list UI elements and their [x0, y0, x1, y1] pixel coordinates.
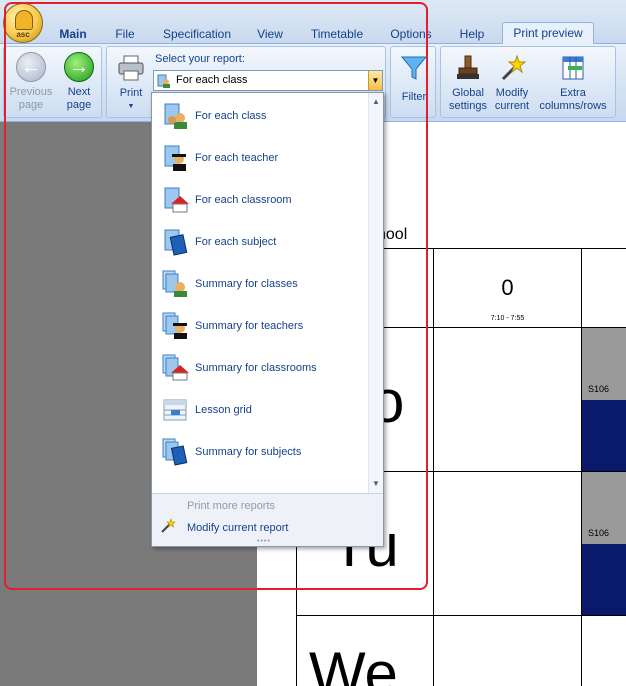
tab-specification[interactable]: Specification	[156, 26, 238, 44]
subject-book-icon	[164, 229, 188, 256]
next-page-label: Next page	[66, 86, 92, 111]
report-option[interactable]: Lesson grid	[152, 389, 369, 431]
lesson-cell-s106: S106	[581, 471, 626, 616]
print-button[interactable]: Print ▼	[113, 53, 149, 113]
report-option[interactable]: Summary for subjects	[152, 431, 369, 473]
modify-current-label: Modify current	[494, 87, 530, 112]
lesson-block	[582, 544, 626, 616]
bell-icon	[15, 10, 33, 30]
report-select[interactable]: For each class ▼	[153, 70, 383, 91]
report-option[interactable]: For each subject	[152, 221, 369, 263]
filter-group: Filter	[390, 46, 436, 118]
selected-report-value: For each class	[176, 74, 248, 86]
report-option[interactable]: Summary for classrooms	[152, 347, 369, 389]
tab-print-preview[interactable]: Print preview	[502, 22, 594, 44]
select-report-label: Select your report:	[155, 53, 245, 65]
magic-wand-icon	[161, 518, 176, 533]
classes-summary-icon	[162, 270, 187, 297]
tab-view[interactable]: View	[248, 26, 292, 44]
magic-wand-icon	[501, 54, 527, 81]
settings-group: Global settings Modify current Extra col…	[440, 46, 616, 118]
stamp-icon	[457, 55, 479, 79]
printer-icon	[118, 55, 144, 81]
report-option-label: Summary for classrooms	[195, 362, 317, 374]
report-option-label: Summary for classes	[195, 278, 298, 290]
global-settings-button[interactable]: Global settings	[445, 53, 491, 113]
report-options-list: For each class For each teacher For each c…	[152, 93, 369, 473]
report-option-label: For each classroom	[195, 194, 292, 206]
next-period-header-cell	[581, 248, 626, 328]
navigation-group: ← Previous page → Next page	[3, 46, 102, 118]
lesson-cell-empty	[433, 615, 582, 686]
lesson-block	[582, 400, 626, 472]
report-option-label: Lesson grid	[195, 404, 252, 416]
day-label-wednesday: We	[309, 640, 398, 686]
report-option[interactable]: For each classroom	[152, 179, 369, 221]
arrow-left-icon: ←	[16, 52, 46, 82]
previous-page-label: Previous page	[9, 86, 53, 111]
subjects-summary-icon	[162, 438, 188, 466]
scroll-down-icon[interactable]: ▼	[369, 477, 383, 491]
tab-options[interactable]: Options	[384, 26, 438, 44]
teachers-summary-icon	[162, 312, 187, 339]
filter-button[interactable]: Filter	[395, 53, 433, 104]
lesson-cell-empty	[433, 471, 582, 616]
tab-timetable[interactable]: Timetable	[304, 26, 370, 44]
report-option-label: For each class	[195, 110, 267, 122]
ribbon-tab-bar: asc Main File Specification View Timetab…	[0, 0, 626, 44]
global-settings-label: Global settings	[449, 87, 487, 112]
modify-current-button[interactable]: Modify current	[491, 53, 533, 113]
chevron-down-icon: ▼	[127, 103, 135, 110]
day-cell-wednesday: We	[296, 615, 434, 686]
dropdown-scrollbar[interactable]: ▲ ▼	[368, 93, 383, 493]
classroom-icon	[164, 187, 189, 213]
report-option-label: Summary for subjects	[195, 446, 302, 458]
class-students-icon	[157, 74, 170, 88]
modify-current-report-item[interactable]: Modify current report	[187, 522, 288, 534]
orb-label: asc	[16, 30, 30, 39]
report-option[interactable]: For each class	[152, 95, 369, 137]
period-time: 7:10 - 7:55	[490, 315, 525, 322]
next-page-button[interactable]: → Next page	[56, 52, 102, 112]
arrow-right-icon: →	[64, 52, 94, 82]
extra-columns-rows-button[interactable]: Extra columns/rows	[533, 53, 613, 113]
room-label: S106	[588, 528, 610, 538]
previous-page-button[interactable]: ← Previous page	[8, 52, 54, 112]
period-header-cell: 0 7:10 - 7:55	[433, 248, 582, 328]
tab-main[interactable]: Main	[50, 26, 96, 44]
chevron-down-icon[interactable]: ▼	[368, 71, 382, 90]
resize-grip[interactable]: ••••	[257, 538, 271, 545]
report-option[interactable]: For each teacher	[152, 137, 369, 179]
tab-file[interactable]: File	[106, 26, 144, 44]
report-dropdown: For each class For each teacher For each c…	[151, 92, 384, 547]
room-label: S106	[588, 384, 610, 394]
print-label: Print	[119, 87, 143, 99]
lesson-cell-empty	[433, 327, 582, 472]
class-students-icon	[164, 103, 187, 129]
application-menu-button[interactable]: asc	[3, 3, 43, 43]
tab-help[interactable]: Help	[452, 26, 492, 44]
table-columns-icon	[562, 56, 584, 80]
extra-columns-rows-label: Extra columns/rows	[539, 87, 607, 112]
report-option-label: For each subject	[195, 236, 277, 248]
report-option[interactable]: Summary for teachers	[152, 305, 369, 347]
report-option-label: Summary for teachers	[195, 320, 304, 332]
lesson-cell-empty	[581, 615, 626, 686]
classrooms-summary-icon	[162, 354, 189, 381]
lesson-cell-s106: S106	[581, 327, 626, 472]
scroll-up-icon[interactable]: ▲	[369, 95, 383, 109]
filter-label: Filter	[401, 91, 427, 103]
print-more-reports-item: Print more reports	[187, 500, 276, 512]
lesson-grid-icon	[163, 399, 187, 421]
teacher-icon	[164, 145, 186, 171]
report-option[interactable]: Summary for classes	[152, 263, 369, 305]
dropdown-footer: Print more reports Modify current report…	[152, 493, 383, 546]
period-number: 0	[501, 275, 514, 300]
report-option-label: For each teacher	[195, 152, 279, 164]
funnel-icon	[400, 56, 428, 80]
